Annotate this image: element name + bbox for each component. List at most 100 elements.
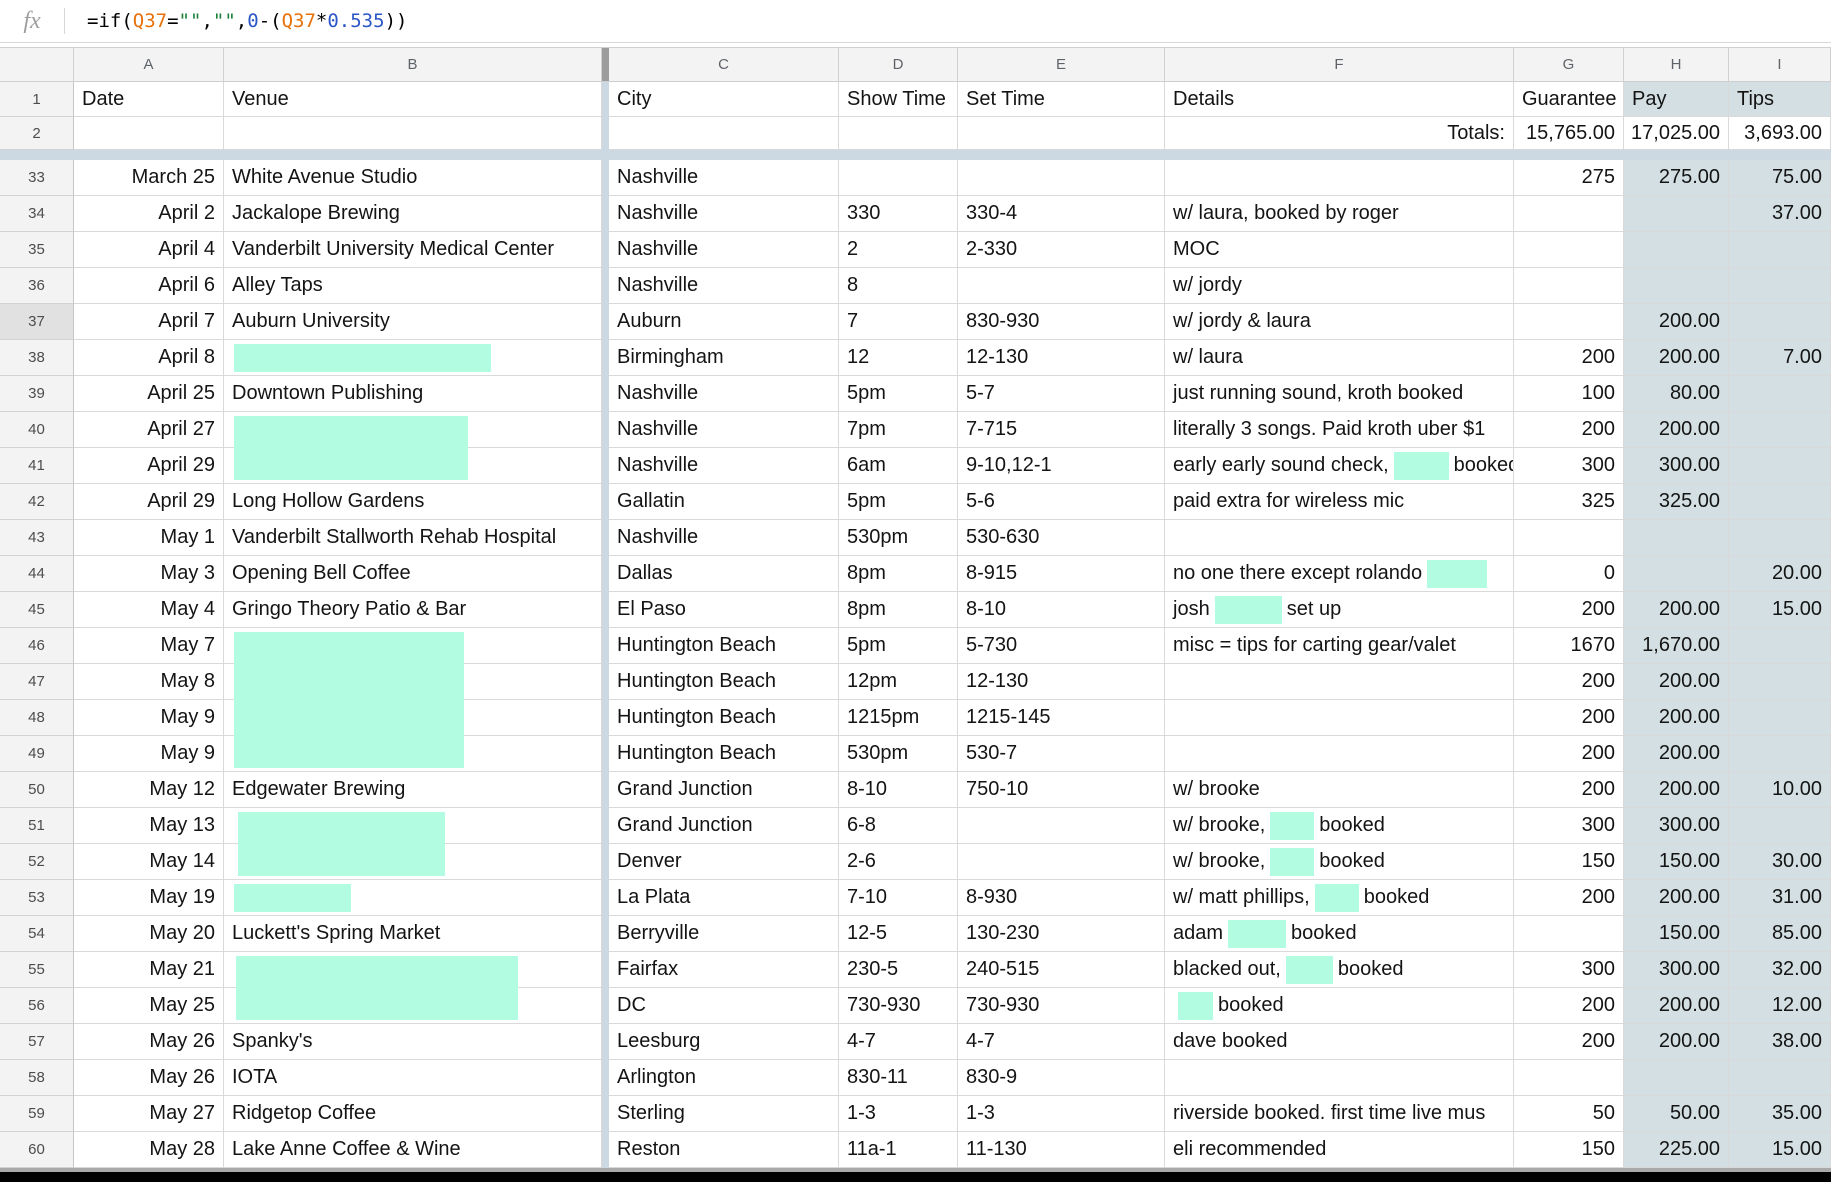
- cell-B33[interactable]: White Avenue Studio: [224, 160, 602, 196]
- cell-I58[interactable]: [1729, 1060, 1831, 1096]
- cell-G38[interactable]: 200: [1514, 340, 1624, 376]
- cell-I43[interactable]: [1729, 520, 1831, 556]
- cell-I36[interactable]: [1729, 268, 1831, 304]
- cell-A33[interactable]: March 25: [74, 160, 224, 196]
- cell-I56[interactable]: 12.00: [1729, 988, 1831, 1024]
- cell-A36[interactable]: April 6: [74, 268, 224, 304]
- cell-E52[interactable]: [958, 844, 1165, 880]
- cell-G50[interactable]: 200: [1514, 772, 1624, 808]
- cell-D37[interactable]: 7: [839, 304, 958, 340]
- row-header-44[interactable]: 44: [0, 556, 74, 592]
- cell-E34[interactable]: 330-4: [958, 196, 1165, 232]
- cell-I42[interactable]: [1729, 484, 1831, 520]
- cell-D43[interactable]: 530pm: [839, 520, 958, 556]
- cell-H41[interactable]: 300.00: [1624, 448, 1729, 484]
- row-header-56[interactable]: 56: [0, 988, 74, 1024]
- cell-F52[interactable]: w/ brooke,booked: [1165, 844, 1514, 880]
- cell-I49[interactable]: [1729, 736, 1831, 772]
- cell-A37[interactable]: April 7: [74, 304, 224, 340]
- cell-G54[interactable]: [1514, 916, 1624, 952]
- cell-E2[interactable]: [958, 117, 1165, 150]
- cell-A46[interactable]: May 7: [74, 628, 224, 664]
- field-header-set[interactable]: Set Time: [958, 82, 1165, 117]
- cell-B34[interactable]: Jackalope Brewing: [224, 196, 602, 232]
- cell-E53[interactable]: 8-930: [958, 880, 1165, 916]
- cell-G45[interactable]: 200: [1514, 592, 1624, 628]
- field-header-details[interactable]: Details: [1165, 82, 1514, 117]
- cell-D53[interactable]: 7-10: [839, 880, 958, 916]
- cell-G49[interactable]: 200: [1514, 736, 1624, 772]
- cell-G47[interactable]: 200: [1514, 664, 1624, 700]
- cell-C37[interactable]: Auburn: [609, 304, 839, 340]
- cell-C50[interactable]: Grand Junction: [609, 772, 839, 808]
- row-header-2[interactable]: 2: [0, 117, 74, 150]
- cell-C56[interactable]: DC: [609, 988, 839, 1024]
- totals-pay[interactable]: 17,025.00: [1624, 117, 1729, 150]
- cell-F33[interactable]: [1165, 160, 1514, 196]
- cell-H42[interactable]: 325.00: [1624, 484, 1729, 520]
- cell-B51[interactable]: [224, 808, 602, 844]
- cell-I53[interactable]: 31.00: [1729, 880, 1831, 916]
- cell-D51[interactable]: 6-8: [839, 808, 958, 844]
- cell-E39[interactable]: 5-7: [958, 376, 1165, 412]
- field-header-venue[interactable]: Venue: [224, 82, 602, 117]
- cell-I51[interactable]: [1729, 808, 1831, 844]
- cell-A2[interactable]: [74, 117, 224, 150]
- row-header-53[interactable]: 53: [0, 880, 74, 916]
- field-header-tips[interactable]: Tips: [1729, 82, 1831, 117]
- cell-E42[interactable]: 5-6: [958, 484, 1165, 520]
- cell-F37[interactable]: w/ jordy & laura: [1165, 304, 1514, 340]
- cell-D35[interactable]: 2: [839, 232, 958, 268]
- cell-F56[interactable]: booked: [1165, 988, 1514, 1024]
- cell-E58[interactable]: 830-9: [958, 1060, 1165, 1096]
- row-header-45[interactable]: 45: [0, 592, 74, 628]
- cell-C47[interactable]: Huntington Beach: [609, 664, 839, 700]
- cell-H58[interactable]: [1624, 1060, 1729, 1096]
- cell-B38[interactable]: [224, 340, 602, 376]
- cell-D48[interactable]: 1215pm: [839, 700, 958, 736]
- cell-D34[interactable]: 330: [839, 196, 958, 232]
- cell-I44[interactable]: 20.00: [1729, 556, 1831, 592]
- cell-E47[interactable]: 12-130: [958, 664, 1165, 700]
- cell-D49[interactable]: 530pm: [839, 736, 958, 772]
- cell-I60[interactable]: 15.00: [1729, 1132, 1831, 1168]
- row-header-54[interactable]: 54: [0, 916, 74, 952]
- cell-H35[interactable]: [1624, 232, 1729, 268]
- cell-H45[interactable]: 200.00: [1624, 592, 1729, 628]
- cell-F58[interactable]: [1165, 1060, 1514, 1096]
- cell-D47[interactable]: 12pm: [839, 664, 958, 700]
- cell-B40[interactable]: [224, 412, 602, 448]
- formula-input[interactable]: =if(Q37="","",0-(Q37*0.535)): [87, 10, 407, 32]
- cell-I59[interactable]: 35.00: [1729, 1096, 1831, 1132]
- cell-B44[interactable]: Opening Bell Coffee: [224, 556, 602, 592]
- row-header-33[interactable]: 33: [0, 160, 74, 196]
- cell-E45[interactable]: 8-10: [958, 592, 1165, 628]
- cell-H56[interactable]: 200.00: [1624, 988, 1729, 1024]
- cell-D44[interactable]: 8pm: [839, 556, 958, 592]
- cell-I45[interactable]: 15.00: [1729, 592, 1831, 628]
- cell-D36[interactable]: 8: [839, 268, 958, 304]
- cell-C34[interactable]: Nashville: [609, 196, 839, 232]
- cell-A49[interactable]: May 9: [74, 736, 224, 772]
- cell-E57[interactable]: 4-7: [958, 1024, 1165, 1060]
- cell-H51[interactable]: 300.00: [1624, 808, 1729, 844]
- cell-D54[interactable]: 12-5: [839, 916, 958, 952]
- cell-H36[interactable]: [1624, 268, 1729, 304]
- cell-E43[interactable]: 530-630: [958, 520, 1165, 556]
- cell-I39[interactable]: [1729, 376, 1831, 412]
- cell-D39[interactable]: 5pm: [839, 376, 958, 412]
- cell-H37[interactable]: 200.00: [1624, 304, 1729, 340]
- cell-E51[interactable]: [958, 808, 1165, 844]
- cell-C52[interactable]: Denver: [609, 844, 839, 880]
- cell-H57[interactable]: 200.00: [1624, 1024, 1729, 1060]
- cell-G56[interactable]: 200: [1514, 988, 1624, 1024]
- row-header-37[interactable]: 37: [0, 304, 74, 340]
- row-header-36[interactable]: 36: [0, 268, 74, 304]
- cell-A57[interactable]: May 26: [74, 1024, 224, 1060]
- cell-G60[interactable]: 150: [1514, 1132, 1624, 1168]
- cell-E50[interactable]: 750-10: [958, 772, 1165, 808]
- cell-F45[interactable]: joshset up: [1165, 592, 1514, 628]
- cell-B42[interactable]: Long Hollow Gardens: [224, 484, 602, 520]
- cell-E40[interactable]: 7-715: [958, 412, 1165, 448]
- field-header-show[interactable]: Show Time: [839, 82, 958, 117]
